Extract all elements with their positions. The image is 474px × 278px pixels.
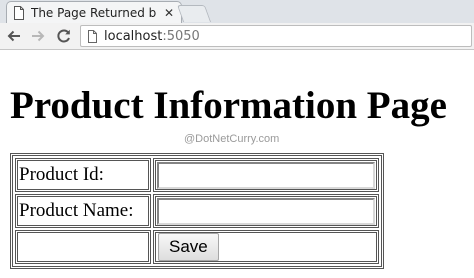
url-host: localhost <box>104 28 163 44</box>
table-cell <box>153 158 379 192</box>
back-arrow-icon[interactable] <box>5 27 23 45</box>
table-row: Save <box>15 230 379 264</box>
table-cell: Product Id: <box>15 158 151 192</box>
table-row: Product Id: <box>15 158 379 192</box>
page-content: Product Information Page @DotNetCurry.co… <box>0 51 474 278</box>
watermark: @DotNetCurry.com <box>184 133 280 145</box>
tab-strip: The Page Returned b ✕ <box>0 0 474 23</box>
table-row: Product Name: <box>15 194 379 228</box>
product-form-table: Product Id: Product Name: Save <box>10 153 384 269</box>
save-button[interactable]: Save <box>158 233 219 261</box>
product-id-input[interactable] <box>157 161 375 189</box>
url-port: :5050 <box>162 28 200 44</box>
new-tab-button[interactable] <box>176 5 212 22</box>
table-cell: Product Name: <box>15 194 151 228</box>
empty-cell <box>15 230 151 264</box>
product-name-label: Product Name: <box>19 200 134 221</box>
product-name-input[interactable] <box>157 197 375 225</box>
browser-tab[interactable]: The Page Returned b ✕ <box>6 1 182 23</box>
address-bar[interactable]: localhost:5050 <box>80 25 472 47</box>
forward-arrow-icon[interactable] <box>29 27 47 45</box>
page-title: Product Information Page <box>10 84 447 127</box>
url-text: localhost:5050 <box>104 29 200 44</box>
page-info-icon <box>88 29 97 43</box>
table-cell: Save <box>153 230 379 264</box>
page-icon <box>14 5 24 20</box>
reload-icon[interactable] <box>55 27 73 45</box>
table-cell <box>153 194 379 228</box>
browser-toolbar: localhost:5050 <box>0 23 474 50</box>
tab-title: The Page Returned b <box>31 5 157 20</box>
close-icon[interactable]: ✕ <box>163 6 175 20</box>
product-id-label: Product Id: <box>19 164 104 185</box>
